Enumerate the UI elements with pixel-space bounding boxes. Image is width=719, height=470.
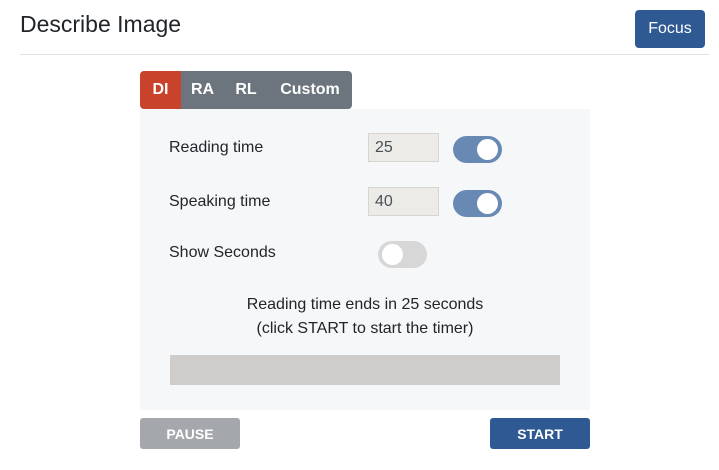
timer-progress-bar: [170, 355, 560, 385]
show-seconds-label: Show Seconds: [169, 244, 276, 261]
tab-ra[interactable]: RA: [181, 71, 224, 109]
status-line-2: (click START to start the timer): [256, 320, 474, 337]
start-button[interactable]: START: [490, 418, 590, 449]
tab-rl[interactable]: RL: [224, 71, 268, 109]
tab-di[interactable]: DI: [140, 71, 181, 109]
reading-time-input[interactable]: [368, 133, 439, 162]
reading-time-toggle[interactable]: [453, 136, 502, 163]
timer-settings-panel: Reading time Speaking time Show Seconds …: [140, 109, 590, 410]
task-tabs: DI RA RL Custom: [140, 71, 352, 109]
header: Describe Image Focus: [20, 0, 709, 55]
reading-time-label: Reading time: [169, 139, 264, 156]
page-title: Describe Image: [20, 11, 182, 37]
toggle-knob: [477, 139, 498, 160]
speaking-time-input[interactable]: [368, 187, 439, 216]
toggle-knob: [382, 244, 403, 265]
pause-button[interactable]: PAUSE: [140, 418, 240, 449]
tab-custom[interactable]: Custom: [268, 71, 352, 109]
toggle-knob: [477, 193, 498, 214]
speaking-time-toggle[interactable]: [453, 190, 502, 217]
status-line-1: Reading time ends in 25 seconds: [246, 296, 484, 313]
focus-button[interactable]: Focus: [635, 10, 705, 48]
timer-status: Reading time ends in 25 seconds (click S…: [140, 293, 590, 341]
show-seconds-toggle[interactable]: [378, 241, 427, 268]
speaking-time-label: Speaking time: [169, 193, 271, 210]
